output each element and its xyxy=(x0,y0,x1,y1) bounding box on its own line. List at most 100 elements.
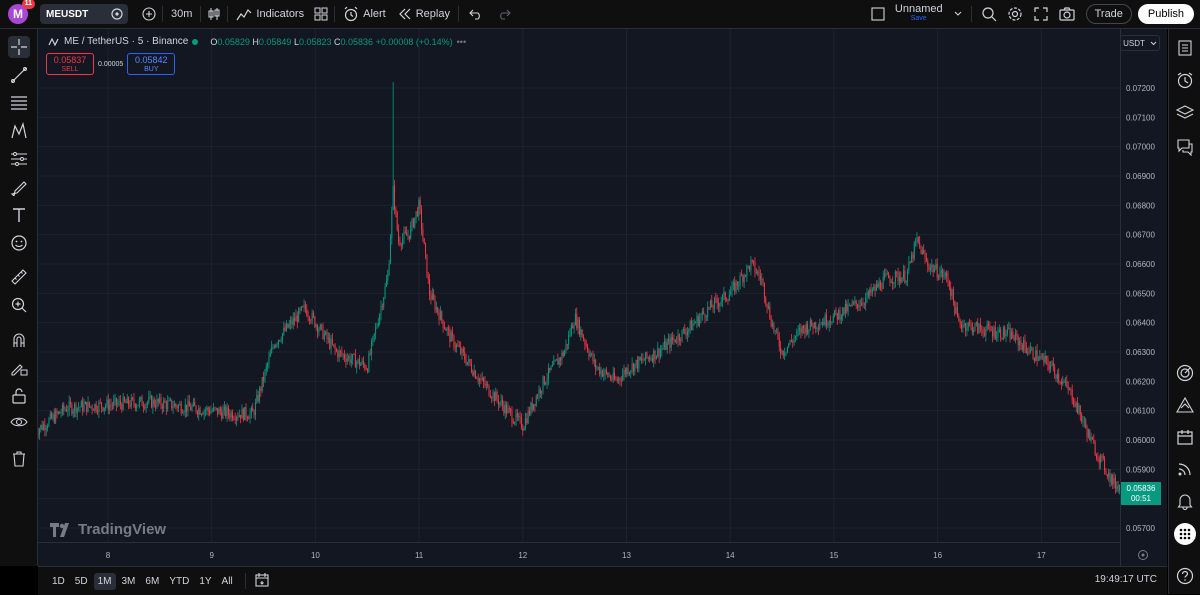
chat-icon[interactable] xyxy=(1174,136,1196,158)
candle-body xyxy=(592,353,594,362)
candle-body xyxy=(288,324,290,328)
layout-grid-icon[interactable] xyxy=(310,3,332,25)
ruler-icon[interactable] xyxy=(8,266,30,288)
candle-body xyxy=(465,359,467,365)
price-chart[interactable]: 0.07200 0.07100 0.07000 0.06900 0.06800 0.067… xyxy=(38,29,1167,566)
tradingview-watermark: TradingView xyxy=(50,521,166,538)
pattern-icon[interactable] xyxy=(8,120,30,142)
trash-icon[interactable] xyxy=(8,448,30,470)
candle-body xyxy=(125,401,127,404)
interval-button[interactable]: 30m xyxy=(165,0,198,28)
candle-body xyxy=(616,379,618,381)
layout-name-button[interactable]: Unnamed Save xyxy=(895,4,943,24)
camera-icon[interactable] xyxy=(1056,3,1078,25)
quick-search-icon[interactable] xyxy=(978,3,1000,25)
range-button-1m[interactable]: 1M xyxy=(93,572,116,590)
buy-button[interactable]: 0.05842 BUY xyxy=(127,53,176,75)
candle-body xyxy=(296,315,298,323)
range-button-6m[interactable]: 6M xyxy=(141,573,163,590)
notification-icon[interactable] xyxy=(1174,490,1196,512)
undo-icon[interactable] xyxy=(465,3,487,25)
trend-line-icon[interactable] xyxy=(8,64,30,86)
utc-clock[interactable]: 19:49:17 UTC xyxy=(1095,574,1157,585)
redo-icon[interactable] xyxy=(493,3,515,25)
range-button-3m[interactable]: 3M xyxy=(118,573,140,590)
settings-gear-icon[interactable] xyxy=(1004,3,1026,25)
target-icon[interactable] xyxy=(1174,362,1196,384)
range-button-all[interactable]: All xyxy=(218,573,237,590)
user-avatar[interactable]: M 11 xyxy=(8,0,35,24)
lock-draw-icon[interactable] xyxy=(8,357,30,379)
alert-button[interactable]: Alert xyxy=(337,0,392,28)
range-button-1y[interactable]: 1Y xyxy=(195,573,215,590)
zoom-icon[interactable] xyxy=(8,294,30,316)
candles-type-icon[interactable] xyxy=(203,3,225,25)
publish-button[interactable]: Publish xyxy=(1137,4,1194,24)
candle-body xyxy=(371,341,373,355)
candle-body xyxy=(603,373,605,377)
alerts-clock-icon[interactable] xyxy=(1174,69,1196,91)
sell-button[interactable]: 0.05837 SELL xyxy=(46,53,94,75)
candle-body xyxy=(416,211,418,216)
help-icon[interactable] xyxy=(1174,565,1196,587)
apps-icon[interactable] xyxy=(1174,523,1196,545)
candle-body xyxy=(257,395,259,401)
candle-body xyxy=(622,374,624,381)
candle-body xyxy=(928,266,930,271)
candle-body xyxy=(106,399,108,406)
range-button-5d[interactable]: 5D xyxy=(71,573,92,590)
symbol-options-icon[interactable] xyxy=(106,3,128,25)
trade-button[interactable]: Trade xyxy=(1085,4,1132,24)
candle-body xyxy=(527,410,529,424)
layers-icon[interactable] xyxy=(1174,102,1196,124)
eye-icon[interactable] xyxy=(8,411,30,433)
lock-icon[interactable] xyxy=(8,385,30,407)
fullscreen-icon[interactable] xyxy=(1030,3,1052,25)
more-options-icon[interactable]: ••• xyxy=(457,37,466,47)
range-button-ytd[interactable]: YTD xyxy=(165,573,193,590)
fib-icon[interactable] xyxy=(8,92,30,114)
candle-body xyxy=(129,404,131,407)
chevron-down-icon[interactable] xyxy=(947,3,969,25)
magnet-icon[interactable] xyxy=(8,329,30,351)
candle-body xyxy=(789,340,791,345)
brush-icon[interactable] xyxy=(8,176,30,198)
candle-body xyxy=(514,422,516,424)
candle-body xyxy=(164,400,166,403)
time-axis-settings-icon[interactable] xyxy=(1137,548,1149,566)
text-icon[interactable] xyxy=(8,204,30,226)
chart-pane[interactable]: 0.07200 0.07100 0.07000 0.06900 0.06800 0.067… xyxy=(38,29,1167,566)
candle-body xyxy=(508,407,510,409)
range-button-1d[interactable]: 1D xyxy=(48,573,69,590)
streams-icon[interactable] xyxy=(1174,458,1196,480)
forecast-icon[interactable] xyxy=(8,148,30,170)
candle-body xyxy=(611,378,613,380)
date-range-calendar-icon[interactable] xyxy=(254,572,270,591)
replay-button[interactable]: Replay xyxy=(392,0,456,28)
chart-legend: ME / TetherUS · 5 · Binance O0.05829 H0.… xyxy=(48,36,466,47)
crosshair-icon[interactable] xyxy=(8,36,30,58)
candle-body xyxy=(578,319,580,335)
candle-body xyxy=(76,407,78,414)
indicators-label: Indicators xyxy=(256,8,305,20)
candle-body xyxy=(377,323,379,327)
add-symbol-icon[interactable] xyxy=(138,3,160,25)
high-value: 0.05849 xyxy=(258,36,292,47)
candle-body xyxy=(935,263,937,270)
candle-body xyxy=(130,397,132,407)
emoji-icon[interactable] xyxy=(8,232,30,254)
watchlist-icon[interactable] xyxy=(1174,37,1196,59)
calendar-icon[interactable] xyxy=(1174,426,1196,448)
currency-selector[interactable]: USDT xyxy=(1120,35,1160,51)
candle-body xyxy=(452,332,454,336)
indicators-button[interactable]: Indicators xyxy=(230,0,310,28)
ideas-icon[interactable] xyxy=(1174,394,1196,416)
candle-body xyxy=(469,359,471,365)
candle-body xyxy=(1029,348,1031,353)
candle-body xyxy=(136,406,138,409)
layout-checkbox-icon[interactable] xyxy=(867,3,889,25)
candle-body xyxy=(493,392,495,402)
candle-body xyxy=(585,344,587,346)
candle-body xyxy=(1019,341,1021,346)
candle-body xyxy=(430,295,432,300)
